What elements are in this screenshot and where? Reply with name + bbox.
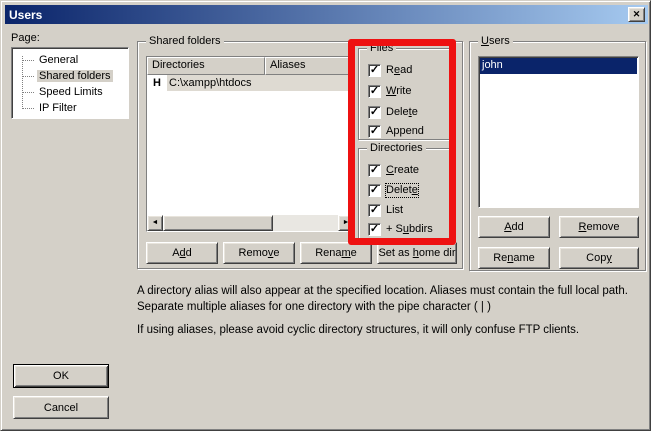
delete-dirs-checkbox-row[interactable]: ✓ Delete — [368, 183, 418, 197]
user-item-john[interactable]: john — [480, 58, 637, 74]
titlebar: Users ✕ — [5, 5, 648, 24]
scroll-left-button[interactable]: ◄ — [147, 215, 163, 231]
user-add-button[interactable]: Add — [478, 216, 550, 238]
close-icon: ✕ — [633, 9, 641, 19]
users-dialog: Users ✕ Page: General Shared folders Spe… — [0, 0, 651, 431]
read-checkbox-row[interactable]: ✓ Read — [368, 63, 412, 77]
cancel-button[interactable]: Cancel — [13, 396, 109, 419]
shared-folder-row[interactable]: H C:\xampp\htdocs — [147, 75, 354, 91]
alias-info-text: A directory alias will also appear at th… — [137, 283, 642, 315]
create-checkbox[interactable]: ✓ — [368, 164, 381, 177]
folder-remove-button[interactable]: Remove — [223, 242, 295, 264]
delete-files-checkbox[interactable]: ✓ — [368, 106, 381, 119]
check-icon: ✓ — [370, 164, 379, 176]
shared-folders-list: Directories Aliases H C:\xampp\htdocs ◄ … — [146, 56, 355, 232]
list-checkbox[interactable]: ✓ — [368, 204, 381, 217]
write-checkbox[interactable]: ✓ — [368, 85, 381, 98]
read-checkbox[interactable]: ✓ — [368, 64, 381, 77]
files-group: Files ✓ Read ✓ Write ✓ Delete ✓ Append — [358, 48, 450, 140]
column-header-aliases[interactable]: Aliases — [265, 57, 354, 75]
users-list: john — [478, 56, 639, 208]
shared-folders-list-body: H C:\xampp\htdocs — [147, 75, 354, 215]
cyclic-info-text: If using aliases, please avoid cyclic di… — [137, 322, 642, 338]
close-button[interactable]: ✕ — [628, 7, 645, 22]
scrollbar-track[interactable] — [273, 215, 338, 231]
home-dir-flag: H — [147, 75, 167, 91]
users-group: Users john Add Remove Rename Copy — [469, 41, 646, 271]
user-rename-button[interactable]: Rename — [478, 247, 550, 269]
delete-dirs-checkbox[interactable]: ✓ — [368, 184, 381, 197]
files-group-title: Files — [367, 42, 396, 55]
page-label: Page: — [11, 32, 40, 44]
folder-add-button[interactable]: Add — [146, 242, 218, 264]
check-icon: ✓ — [370, 125, 379, 137]
horizontal-scrollbar: ◄ ► — [147, 215, 354, 231]
check-icon: ✓ — [370, 106, 379, 118]
users-group-title: Users — [478, 35, 513, 48]
column-header-directories[interactable]: Directories — [147, 57, 265, 75]
scroll-right-icon: ► — [343, 219, 350, 226]
user-copy-button[interactable]: Copy — [559, 247, 639, 269]
folder-rename-button[interactable]: Rename — [300, 242, 372, 264]
check-icon: ✓ — [370, 64, 379, 76]
create-checkbox-row[interactable]: ✓ Create — [368, 163, 419, 177]
page-item-speed-limits[interactable]: Speed Limits — [12, 84, 128, 100]
append-checkbox[interactable]: ✓ — [368, 125, 381, 138]
user-remove-button[interactable]: Remove — [559, 216, 639, 238]
page-list: General Shared folders Speed Limits IP F… — [11, 47, 129, 119]
subdirs-checkbox-row[interactable]: ✓ + Subdirs — [368, 222, 433, 236]
append-checkbox-row[interactable]: ✓ Append — [368, 124, 424, 138]
check-icon: ✓ — [370, 184, 379, 196]
shared-folders-group: Shared folders Directories Aliases H C:\… — [137, 41, 463, 269]
shared-folders-list-header: Directories Aliases — [147, 57, 354, 75]
delete-files-checkbox-row[interactable]: ✓ Delete — [368, 105, 418, 119]
scroll-left-icon: ◄ — [152, 219, 159, 226]
check-icon: ✓ — [370, 223, 379, 235]
window-title: Users — [5, 8, 648, 22]
page-tree: General Shared folders Speed Limits IP F… — [12, 52, 128, 118]
page-item-shared-folders[interactable]: Shared folders — [12, 68, 128, 84]
check-icon: ✓ — [370, 85, 379, 97]
write-checkbox-row[interactable]: ✓ Write — [368, 84, 411, 98]
page-item-ip-filter[interactable]: IP Filter — [12, 100, 128, 116]
scrollbar-thumb[interactable] — [163, 215, 273, 231]
set-as-home-dir-button[interactable]: Set as home dir — [377, 242, 457, 264]
shared-folder-path: C:\xampp\htdocs — [167, 75, 354, 91]
scroll-right-button[interactable]: ► — [338, 215, 354, 231]
page-item-general[interactable]: General — [12, 52, 128, 68]
ok-button[interactable]: OK — [13, 364, 109, 388]
subdirs-checkbox[interactable]: ✓ — [368, 223, 381, 236]
directories-group-title: Directories — [367, 142, 426, 155]
list-checkbox-row[interactable]: ✓ List — [368, 203, 403, 217]
shared-folders-group-title: Shared folders — [146, 35, 224, 48]
check-icon: ✓ — [370, 204, 379, 216]
directories-group: Directories ✓ Create ✓ Delete ✓ List ✓ +… — [358, 148, 450, 240]
